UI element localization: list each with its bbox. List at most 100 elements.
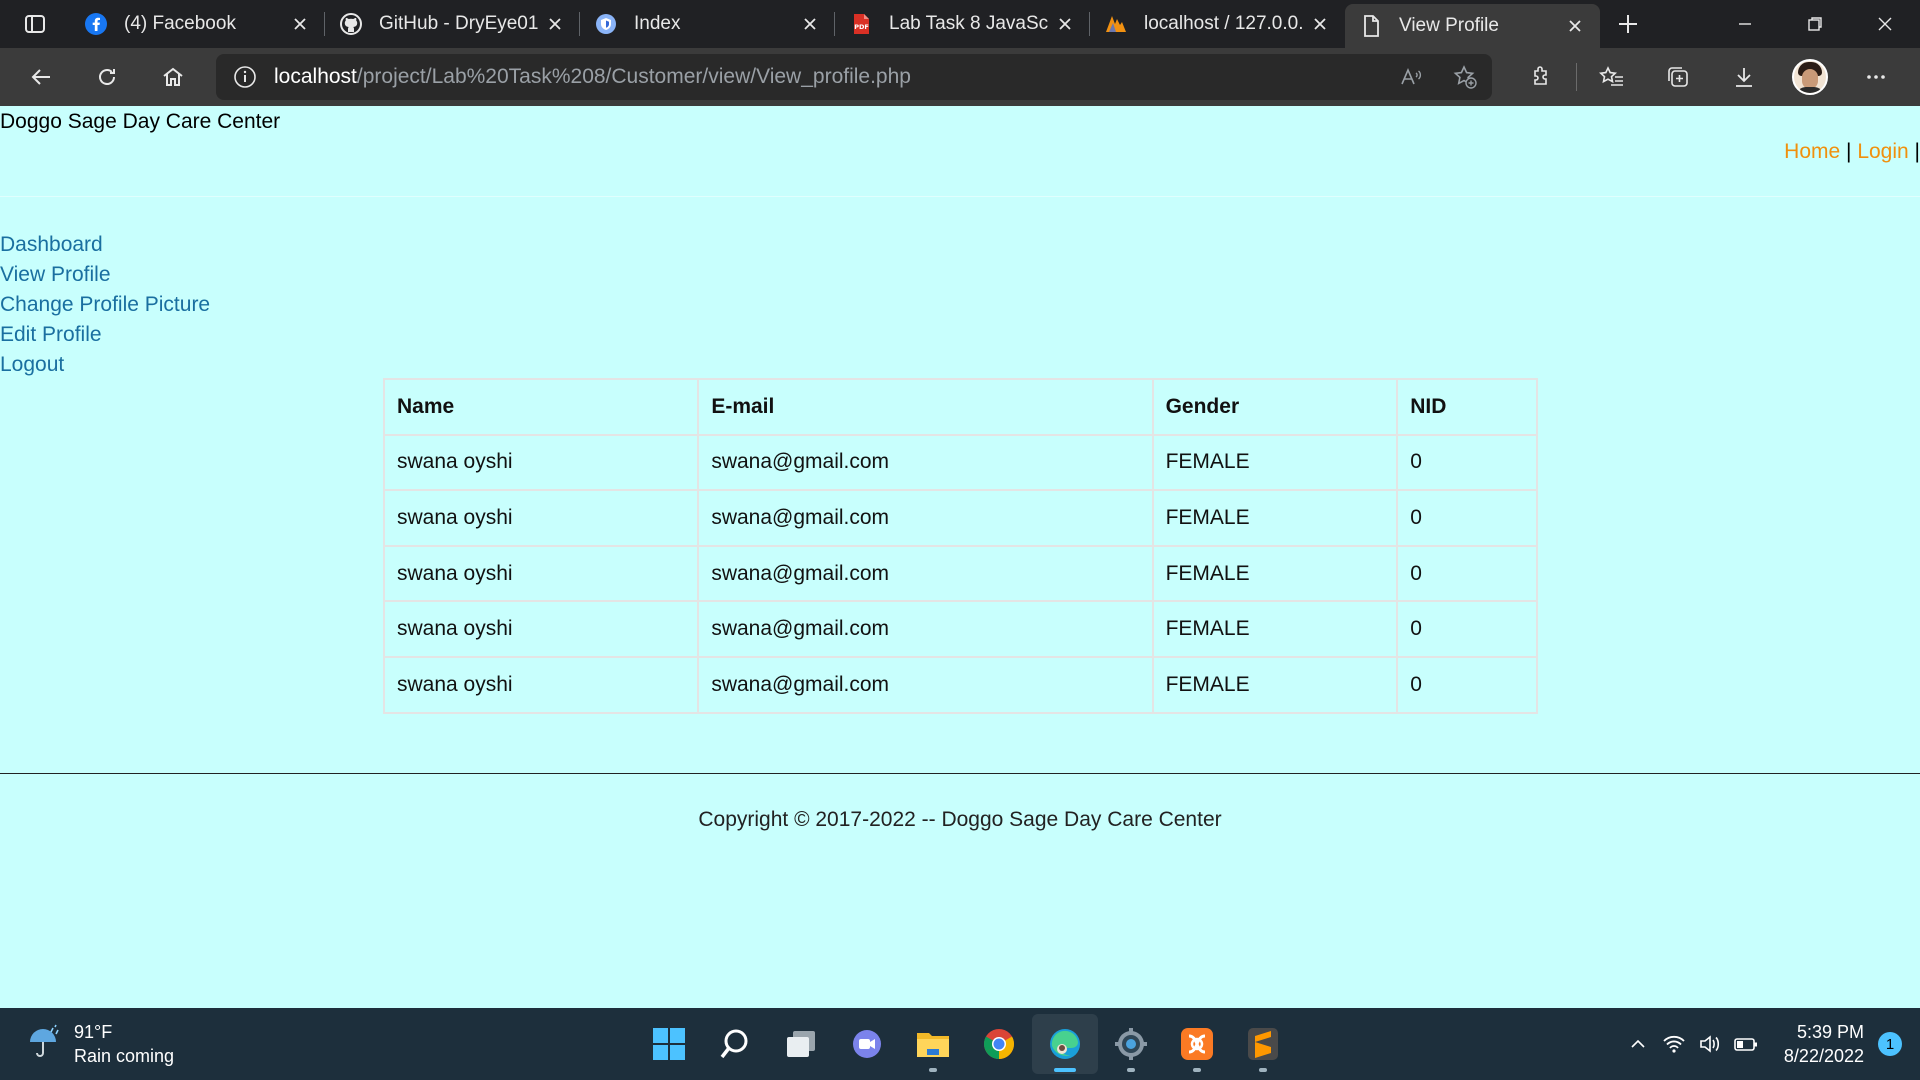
tab-phpmyadmin[interactable]: localhost / 127.0.0.1	[1090, 0, 1345, 48]
weather-temperature: 91°F	[74, 1022, 113, 1042]
close-icon[interactable]	[1564, 15, 1586, 37]
web-page: Doggo Sage Day Care Center Home | Login …	[0, 106, 1920, 1008]
clock-time: 5:39 PM	[1796, 1022, 1864, 1042]
chrome-icon[interactable]	[966, 1014, 1032, 1074]
close-icon[interactable]	[1309, 13, 1331, 35]
extensions-icon[interactable]	[1508, 48, 1574, 106]
sidenav-change-picture-link[interactable]: Change Profile Picture	[0, 290, 210, 320]
cell-email: swana@gmail.com	[697, 489, 1154, 547]
tab-view-profile[interactable]: View Profile	[1345, 4, 1600, 48]
cell-name: swana oyshi	[382, 489, 700, 547]
close-icon[interactable]	[544, 13, 566, 35]
active-app-indicator	[1054, 1068, 1076, 1072]
cell-email: swana@gmail.com	[697, 433, 1154, 492]
column-header-name: Name	[382, 378, 700, 436]
downloads-icon[interactable]	[1711, 48, 1777, 106]
sidenav-dashboard-link[interactable]: Dashboard	[0, 230, 210, 260]
chevron-up-icon[interactable]	[1620, 1008, 1656, 1080]
back-arrow-icon[interactable]	[8, 48, 74, 106]
file-explorer-icon[interactable]	[900, 1014, 966, 1074]
task-view-icon[interactable]	[768, 1014, 834, 1074]
toolbar-divider	[1576, 63, 1577, 91]
url-text[interactable]: localhost/project/Lab%20Task%208/Custome…	[274, 65, 911, 89]
close-icon[interactable]	[1054, 13, 1076, 35]
battery-icon[interactable]	[1728, 1008, 1764, 1080]
tab-index[interactable]: Index	[580, 0, 835, 48]
tab-lab-task-pdf[interactable]: PDF Lab Task 8 JavaScrip	[835, 0, 1090, 48]
cell-gender: FEMALE	[1151, 600, 1399, 658]
volume-icon[interactable]	[1692, 1008, 1728, 1080]
home-icon[interactable]	[140, 48, 206, 106]
site-title: Doggo Sage Day Care Center	[0, 110, 281, 133]
facebook-icon	[84, 12, 108, 36]
table-row: swana oyshi swana@gmail.com FEMALE 0	[382, 489, 1538, 547]
sidenav-view-profile-link[interactable]: View Profile	[0, 260, 210, 290]
refresh-icon[interactable]	[74, 48, 140, 106]
cell-gender: FEMALE	[1151, 544, 1399, 603]
tab-strip: (4) Facebook GitHub - DryEye01/ Index PD…	[0, 0, 1920, 48]
clock[interactable]: 5:39 PM 8/22/2022	[1784, 1020, 1864, 1068]
running-indicator	[1259, 1068, 1267, 1072]
cell-email: swana@gmail.com	[697, 600, 1154, 658]
clock-date: 8/22/2022	[1783, 1046, 1864, 1066]
search-icon[interactable]	[702, 1014, 768, 1074]
favorites-icon[interactable]	[1579, 48, 1645, 106]
cell-nid: 0	[1396, 655, 1538, 714]
cell-name: swana oyshi	[382, 433, 700, 492]
url-host: localhost	[274, 65, 357, 88]
home-link[interactable]: Home	[1784, 140, 1840, 163]
top-navigation: Home | Login |	[1784, 140, 1920, 164]
read-aloud-icon[interactable]	[1384, 54, 1438, 100]
edge-icon[interactable]	[1032, 1014, 1098, 1074]
wifi-icon[interactable]	[1656, 1008, 1692, 1080]
tab-title: localhost / 127.0.0.1	[1144, 13, 1303, 34]
url-path: /project/Lab%20Task%208/Customer/view/Vi…	[356, 65, 911, 88]
teams-chat-icon[interactable]	[834, 1014, 900, 1074]
column-header-gender: Gender	[1151, 378, 1399, 436]
page-icon	[1359, 14, 1383, 38]
cell-name: swana oyshi	[382, 655, 700, 714]
add-favorite-icon[interactable]	[1438, 54, 1492, 100]
tab-title: Index	[634, 13, 681, 34]
sidenav-edit-profile-link[interactable]: Edit Profile	[0, 320, 210, 350]
header-divider	[0, 196, 1920, 197]
tab-actions-icon[interactable]	[0, 0, 70, 48]
tab-title: (4) Facebook	[124, 13, 236, 34]
cell-name: swana oyshi	[382, 544, 700, 603]
window-close-icon[interactable]	[1850, 0, 1920, 48]
login-link[interactable]: Login	[1857, 140, 1908, 163]
weather-widget[interactable]: 91°F Rain coming	[26, 1020, 174, 1068]
column-header-email: E-mail	[697, 378, 1154, 436]
running-indicator	[929, 1068, 937, 1072]
svg-text:PDF: PDF	[854, 23, 869, 31]
address-bar[interactable]: localhost/project/Lab%20Task%208/Custome…	[216, 54, 1492, 100]
tab-title: Lab Task 8 JavaScrip	[889, 13, 1048, 34]
settings-gear-icon[interactable]	[1098, 1014, 1164, 1074]
tab-facebook[interactable]: (4) Facebook	[70, 0, 325, 48]
restore-icon[interactable]	[1780, 0, 1850, 48]
profile-avatar[interactable]	[1777, 48, 1843, 106]
notification-badge[interactable]: 1	[1878, 1032, 1902, 1056]
footer-divider	[0, 773, 1920, 774]
table-row: swana oyshi swana@gmail.com FEMALE 0	[382, 655, 1538, 714]
side-navigation: Dashboard View Profile Change Profile Pi…	[0, 230, 210, 380]
new-tab-button[interactable]	[1600, 0, 1656, 48]
more-options-icon[interactable]	[1843, 48, 1909, 106]
minimize-icon[interactable]	[1710, 0, 1780, 48]
close-icon[interactable]	[289, 13, 311, 35]
close-icon[interactable]	[799, 13, 821, 35]
xampp-icon[interactable]	[1164, 1014, 1230, 1074]
cell-gender: FEMALE	[1151, 489, 1399, 547]
sidenav-logout-link[interactable]: Logout	[0, 350, 210, 380]
start-button[interactable]	[636, 1014, 702, 1074]
table-row: swana oyshi swana@gmail.com FEMALE 0	[382, 544, 1538, 603]
tab-github[interactable]: GitHub - DryEye01/	[325, 0, 580, 48]
browser-toolbar: localhost/project/Lab%20Task%208/Custome…	[0, 48, 1920, 106]
sublime-text-icon[interactable]	[1230, 1014, 1296, 1074]
nav-separator: |	[1908, 140, 1920, 163]
cell-gender: FEMALE	[1151, 433, 1399, 492]
info-icon[interactable]	[216, 65, 274, 89]
collections-icon[interactable]	[1645, 48, 1711, 106]
tab-title: GitHub - DryEye01/	[379, 13, 538, 34]
cell-gender: FEMALE	[1151, 655, 1399, 714]
